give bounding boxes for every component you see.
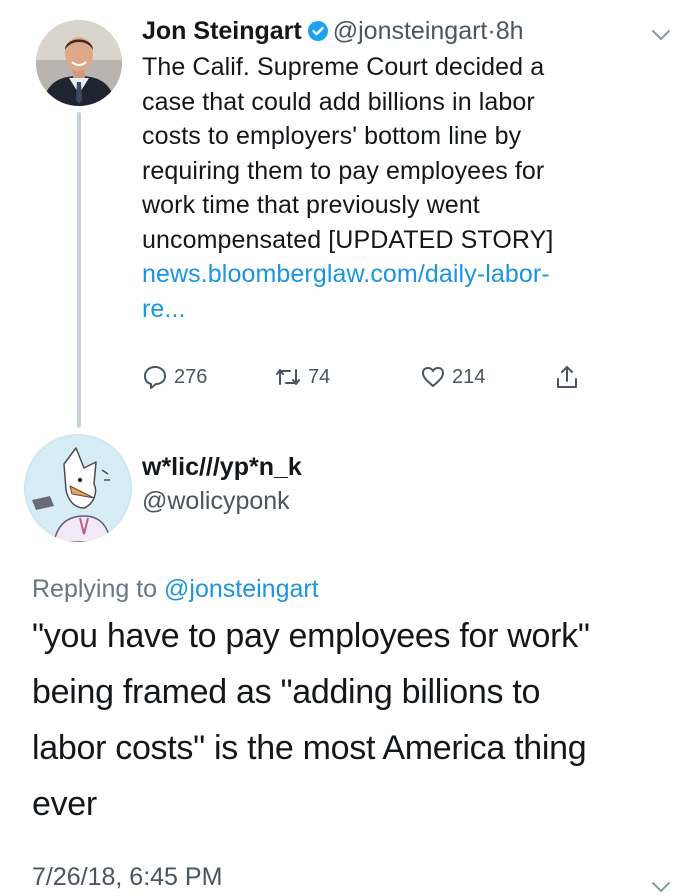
replying-to: Replying to @jonsteingart: [32, 572, 319, 606]
separator: ·: [487, 17, 496, 45]
heart-icon: [422, 367, 444, 387]
tweet-link-continuation[interactable]: re...: [142, 292, 682, 327]
retweet-button[interactable]: 74: [274, 360, 330, 394]
tweet-link[interactable]: news.bloomberglaw.com/daily-labor-: [142, 257, 682, 292]
tweet-text-line: work time that previously went: [142, 191, 480, 219]
cartoon-avatar-image: [24, 434, 132, 542]
share-button[interactable]: [554, 360, 580, 394]
author-name[interactable]: Jon Steingart: [142, 17, 302, 45]
profile-photo: [36, 20, 122, 106]
reply-tweet[interactable]: w*lic///yp*n_k @wolicyponk Replying to @…: [0, 420, 700, 896]
author-handle[interactable]: @wolicyponk: [142, 484, 290, 518]
replying-prefix: Replying to: [32, 575, 158, 603]
reply-text: "you have to pay employees for work" bei…: [32, 608, 682, 832]
retweet-icon: [276, 369, 300, 385]
like-button[interactable]: 214: [420, 360, 485, 394]
author-handle[interactable]: @jonsteingart: [333, 17, 488, 45]
reply-text-line: labor costs" is the most America thing: [32, 729, 587, 767]
chevron-down-icon[interactable]: [650, 880, 672, 894]
share-icon: [557, 366, 577, 388]
reply-button[interactable]: 276: [142, 360, 207, 394]
tweet-text-line: costs to employers' bottom line by: [142, 122, 522, 150]
tweet-actions: 276 74 214: [142, 360, 622, 394]
tweet-time[interactable]: 8h: [496, 17, 524, 45]
chevron-down-icon[interactable]: [650, 28, 672, 42]
avatar[interactable]: [36, 20, 122, 106]
reply-text-line: ever: [32, 785, 97, 823]
reply-timestamp[interactable]: 7/26/18, 6:45 PM: [32, 860, 222, 894]
tweet-text: The Calif. Supreme Court decided a case …: [142, 50, 682, 326]
reply-text-line: being framed as "adding billions to: [32, 673, 541, 711]
original-tweet[interactable]: Jon Steingart @jonsteingart·8h The Calif.…: [0, 0, 700, 428]
verified-badge-icon: [307, 17, 329, 51]
tweet-text-line: uncompensated [UPDATED STORY]: [142, 225, 554, 254]
thread-connector: [77, 112, 81, 428]
retweet-count: 74: [308, 365, 331, 388]
reply-count: 276: [174, 365, 208, 388]
tweet-text-line: case that could add billions in labor: [142, 87, 535, 116]
reply-icon: [144, 366, 166, 389]
tweet-header: Jon Steingart @jonsteingart·8h: [142, 14, 524, 51]
tweet-text-line: The Calif. Supreme Court decided a: [142, 53, 545, 81]
tweet-text-line: requiring them to pay employees for: [142, 156, 545, 185]
author-name[interactable]: w*lic///yp*n_k: [142, 450, 302, 484]
replying-handle-link[interactable]: @jonsteingart: [164, 575, 319, 603]
like-count: 214: [452, 365, 486, 388]
reply-text-line: "you have to pay employees for work": [32, 617, 590, 655]
avatar[interactable]: [24, 434, 132, 542]
